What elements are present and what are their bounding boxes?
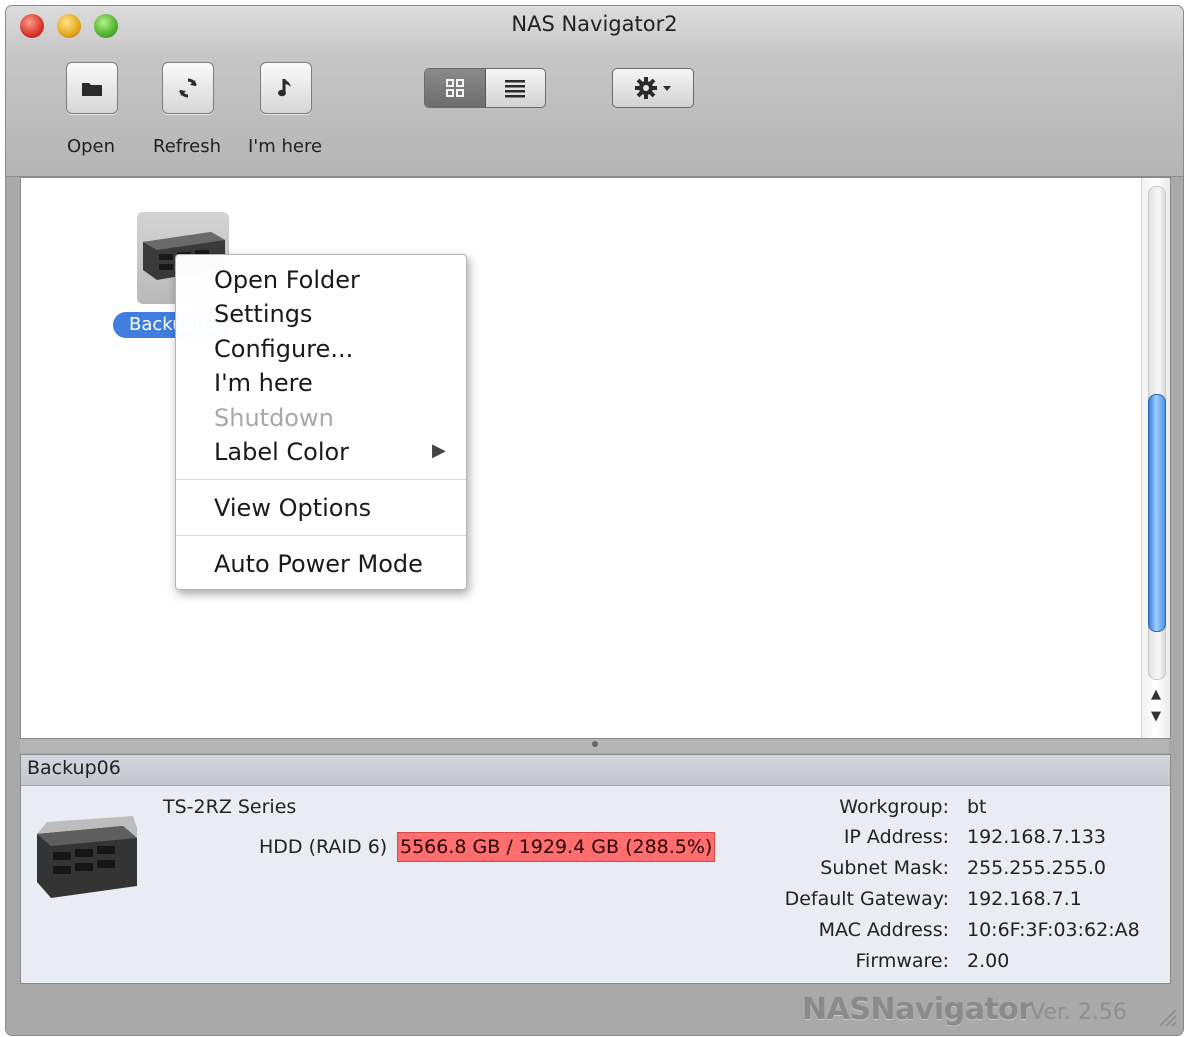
menu-item-configure[interactable]: Configure... <box>214 332 353 366</box>
list-view-button[interactable] <box>486 69 545 107</box>
submenu-arrow-icon: ▶ <box>432 440 446 461</box>
vertical-scrollbar[interactable]: ▲ ▼ <box>1141 178 1170 738</box>
open-button[interactable] <box>66 62 118 114</box>
status-footer: NASNavigator Ver. 2.56 <box>6 984 1183 1035</box>
info-device-name: Backup06 <box>27 757 121 779</box>
ip-address-key: IP Address: <box>843 826 949 848</box>
scroll-down-arrow-icon[interactable]: ▼ <box>1148 708 1164 726</box>
mac-address-value: 10:6F:3F:03:62:A8 <box>967 919 1140 941</box>
gear-icon <box>635 77 671 99</box>
firmware-value: 2.00 <box>967 950 1010 972</box>
device-info-panel: Backup06 TS-2RZ Series HDD (RAID 6) 5566… <box>20 754 1171 984</box>
grid-icon <box>446 79 464 97</box>
context-menu: Open Folder Settings Configure... I'm he… <box>175 254 467 590</box>
icon-view-button[interactable] <box>425 69 486 107</box>
menu-separator <box>176 479 466 480</box>
scrollbar-thumb[interactable] <box>1148 394 1166 632</box>
view-mode-segmented-control <box>424 68 546 108</box>
firmware-key: Firmware: <box>855 950 949 972</box>
action-menu-button[interactable] <box>612 68 694 108</box>
menu-item-settings[interactable]: Settings <box>214 297 312 331</box>
nas-device-large-icon <box>37 816 137 898</box>
chevron-down-icon <box>663 86 671 91</box>
subnet-mask-key: Subnet Mask: <box>820 857 949 879</box>
splitter-handle-icon <box>592 741 598 747</box>
menu-item-label-color[interactable]: Label Color <box>214 435 349 469</box>
refresh-label: Refresh <box>153 136 221 157</box>
workgroup-key: Workgroup: <box>839 796 949 818</box>
app-window: NAS Navigator2 Open Refresh I'm here Bac… <box>6 6 1183 1035</box>
brand-logo: NASNavigator <box>802 992 1033 1027</box>
menu-item-open-folder[interactable]: Open Folder <box>214 263 360 297</box>
folder-icon <box>82 83 102 96</box>
workgroup-value: bt <box>967 796 987 818</box>
ip-address-value: 192.168.7.133 <box>967 826 1107 848</box>
menu-item-im-here[interactable]: I'm here <box>214 366 313 400</box>
im-here-button[interactable] <box>260 62 312 114</box>
title-toolbar: NAS Navigator2 Open Refresh I'm here <box>6 6 1183 177</box>
info-panel-body: TS-2RZ Series HDD (RAID 6) 5566.8 GB / 1… <box>21 786 1170 983</box>
info-panel-header: Backup06 <box>21 755 1170 786</box>
menu-item-view-options[interactable]: View Options <box>214 491 371 525</box>
pane-splitter[interactable] <box>20 739 1169 753</box>
hdd-label: HDD (RAID 6) <box>259 836 388 858</box>
menu-item-shutdown: Shutdown <box>214 404 334 432</box>
im-here-label: I'm here <box>247 136 323 157</box>
default-gateway-value: 192.168.7.1 <box>967 888 1082 910</box>
default-gateway-key: Default Gateway: <box>784 888 949 910</box>
music-note-icon <box>278 79 291 97</box>
refresh-icon <box>179 78 197 98</box>
open-label: Open <box>66 136 116 157</box>
refresh-button[interactable] <box>162 62 214 114</box>
window-title: NAS Navigator2 <box>511 12 678 36</box>
menu-item-auto-power-mode[interactable]: Auto Power Mode <box>214 547 423 581</box>
mac-address-key: MAC Address: <box>818 919 949 941</box>
hdd-usage-value: 5566.8 GB / 1929.4 GB (288.5%) <box>397 832 716 862</box>
version-label: Ver. 2.56 <box>1030 1000 1127 1025</box>
resize-grip-icon[interactable] <box>1156 1006 1178 1028</box>
subnet-mask-value: 255.255.255.0 <box>967 857 1107 879</box>
menu-separator <box>176 535 466 536</box>
device-browser: Backup06 Open Folder Settings Configure.… <box>20 177 1171 739</box>
list-icon <box>505 80 525 98</box>
scroll-up-arrow-icon[interactable]: ▲ <box>1148 686 1164 704</box>
device-model: TS-2RZ Series <box>163 796 297 818</box>
